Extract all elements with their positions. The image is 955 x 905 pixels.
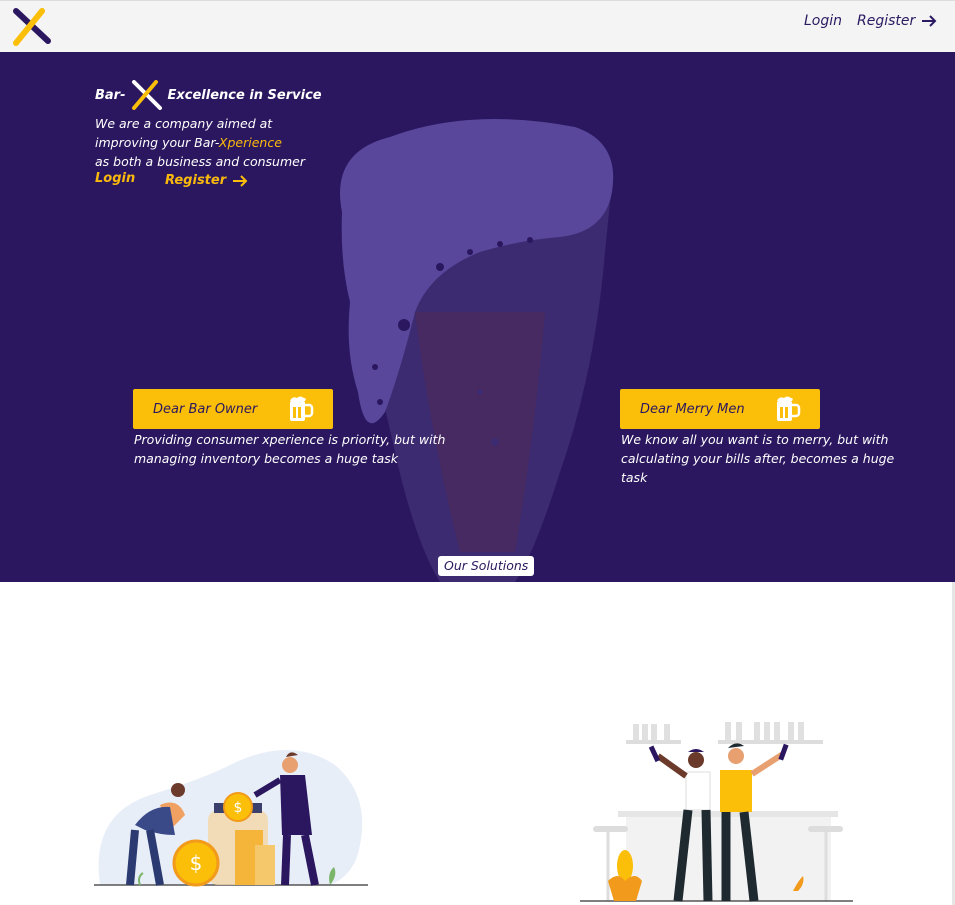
tagline-line-2: improving your Bar-Xperience — [95, 133, 305, 152]
tagline-line-2-prefix: improving your Bar- — [95, 135, 219, 150]
dear-bar-owner-button[interactable]: Dear Bar Owner — [133, 389, 333, 429]
arrow-right-icon — [233, 174, 248, 187]
nav-login-link[interactable]: Login — [804, 13, 842, 29]
hero-brand-title: Bar- Excellence in Service — [95, 80, 322, 110]
hero-register-link[interactable]: Register — [165, 173, 248, 188]
dear-merry-men-button[interactable]: Dear Merry Men — [620, 389, 820, 429]
logo-x-icon[interactable] — [12, 7, 52, 47]
tagline-line-1: We are a company aimed at — [95, 116, 273, 131]
hero-section: Bar- Excellence in Service We are a comp… — [0, 52, 955, 582]
top-navbar: Login Register — [0, 0, 955, 52]
merry-men-description: We know all you want is to merry, but wi… — [621, 432, 895, 485]
logo-x-icon — [131, 80, 162, 110]
our-solutions-button[interactable]: Our Solutions — [438, 556, 535, 576]
hero-login-link[interactable]: Login — [95, 171, 135, 186]
nav-register-link[interactable]: Register — [857, 13, 937, 29]
arrow-right-icon — [922, 15, 937, 27]
beer-mug-icon — [777, 396, 801, 421]
nav-register-label: Register — [857, 13, 916, 29]
coin-savings-illustration: $ $ — [94, 750, 368, 887]
bar-owner-description: Providing consumer xperience is priority… — [134, 432, 446, 466]
tagline-accent: Xperience — [218, 135, 282, 150]
hero-tagline: We are a company aimed at improving your… — [95, 114, 305, 171]
brand-suffix: Excellence in Service — [167, 87, 322, 103]
beer-glass-illustration — [340, 119, 614, 582]
merry-men-illustration — [580, 722, 853, 902]
dear-bar-owner-label: Dear Bar Owner — [153, 401, 258, 417]
beer-mug-icon — [290, 396, 314, 421]
svg-text:$: $ — [234, 800, 243, 816]
hero-register-label: Register — [165, 173, 227, 188]
svg-text:$: $ — [190, 851, 203, 875]
tagline-line-3: as both a business and consumer — [95, 154, 305, 169]
dear-merry-men-label: Dear Merry Men — [640, 401, 745, 417]
brand-prefix: Bar- — [95, 87, 126, 103]
